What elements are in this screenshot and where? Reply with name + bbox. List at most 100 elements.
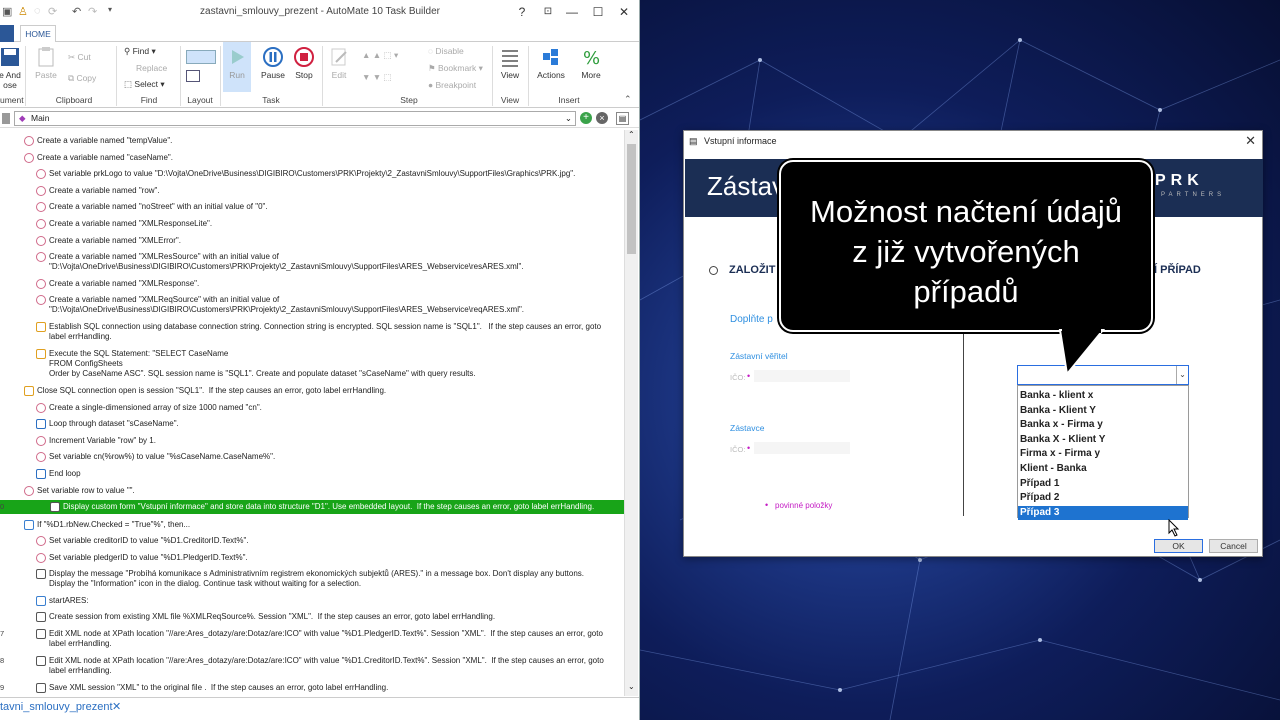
step-row[interactable]: Close SQL connection open is session "SQ… <box>0 384 624 398</box>
step-row[interactable]: startARES: <box>0 594 624 608</box>
breakpoint-label: Breakpoint <box>435 80 477 90</box>
step-row[interactable]: Create a variable named "row". <box>0 184 624 198</box>
pledger-ico-input[interactable] <box>754 442 850 454</box>
step-row[interactable]: Create a variable named "XMLResSource" w… <box>0 250 624 274</box>
edit-button[interactable]: Edit <box>326 46 352 80</box>
run-button[interactable]: Run <box>223 42 251 92</box>
cut-button[interactable]: ✂ Cut <box>68 52 91 63</box>
step-row[interactable]: Establish SQL connection using database … <box>0 320 624 344</box>
case-option[interactable]: Banka - klient x <box>1018 389 1188 403</box>
title-bar: ▣ ♙ ◌ ⟳ ↶ ↷ ▾ zastavni_smlouvy_prezent -… <box>0 0 639 24</box>
step-action-icon <box>24 136 34 146</box>
move-down-icon[interactable]: ▼ ▼ ⬚ <box>362 72 392 83</box>
step-row[interactable]: Create a variable named "XMLReqSource" w… <box>0 293 624 317</box>
disable-button[interactable]: ◌ Disable <box>428 46 464 56</box>
bookmark-button[interactable]: ⚑ Bookmark ▾ <box>428 63 483 74</box>
minimize-button[interactable]: — <box>560 3 584 21</box>
layout-panel-icon[interactable] <box>186 70 200 82</box>
step-row[interactable]: Create a variable named "noStreet" with … <box>0 200 624 214</box>
step-row[interactable]: Set variable creditorID to value "%D1.Cr… <box>0 534 624 548</box>
svg-text:%: % <box>583 48 600 68</box>
step-row[interactable]: 7 Edit XML node at XPath location "//are:… <box>0 627 624 651</box>
scroll-up-icon[interactable]: ⌃ <box>628 130 635 139</box>
step-row[interactable]: Display the message "Probíhá komunikace … <box>0 567 624 591</box>
step-row[interactable]: Set variable pledgerID to value "%D1.Ple… <box>0 551 624 565</box>
help-button[interactable]: ? <box>510 3 534 21</box>
case-option[interactable]: Banka X - Klient Y <box>1018 433 1188 447</box>
save-and-close-button[interactable]: e And ose <box>0 46 22 90</box>
prk-logo-subtitle: PARTNERS <box>1161 192 1226 198</box>
step-row[interactable]: Set variable cn(%row%) to value "%sCaseN… <box>0 450 624 464</box>
scroll-down-icon[interactable]: ⌄ <box>628 682 635 691</box>
remove-task-icon[interactable]: × <box>596 112 608 124</box>
cancel-button[interactable]: Cancel <box>1209 539 1258 553</box>
vertical-scrollbar[interactable]: ⌃ ⌄ <box>624 130 638 696</box>
chevron-down-icon[interactable]: ⌄ <box>1176 366 1188 384</box>
find-button[interactable]: ⚲ Find ▾ <box>124 46 156 57</box>
view-button[interactable]: View <box>496 46 524 80</box>
tab-home[interactable]: HOME <box>20 25 56 43</box>
creditor-ico-input[interactable] <box>754 370 850 382</box>
step-text: Edit XML node at XPath location "//are:A… <box>49 656 604 675</box>
actions-button[interactable]: Actions <box>533 46 569 80</box>
step-row[interactable]: 9 Save XML session "XML" to the original … <box>0 681 624 695</box>
case-option[interactable]: Případ 3 <box>1018 505 1188 520</box>
pause-button[interactable]: Pause <box>258 46 288 80</box>
step-row[interactable]: End loop <box>0 467 624 481</box>
document-tab[interactable]: tavni_smlouvy_prezent <box>0 701 113 713</box>
step-row[interactable]: 8 Edit XML node at XPath location "//are:… <box>0 654 624 678</box>
step-row[interactable]: Loop through dataset "sCaseName". <box>0 417 624 431</box>
step-row[interactable]: Increment Variable "row" by 1. <box>0 434 624 448</box>
select-button[interactable]: ⬚ Select ▾ <box>124 79 165 90</box>
case-option[interactable]: Případ 2 <box>1018 491 1188 505</box>
case-option[interactable]: Klient - Banka <box>1018 462 1188 476</box>
step-row[interactable]: Create a variable named "XMLResponse". <box>0 277 624 291</box>
case-option[interactable]: Banka x - Firma y <box>1018 418 1188 432</box>
task-selector[interactable]: ◆ Main ⌄ <box>14 111 576 126</box>
replace-button[interactable]: Replace <box>136 63 167 73</box>
step-row[interactable]: Create a single-dimensioned array of siz… <box>0 401 624 415</box>
step-row[interactable]: 0 Display custom form "Vstupní informace"… <box>0 500 624 514</box>
collapse-ribbon-icon[interactable]: ⌃ <box>624 94 632 105</box>
step-row[interactable]: Create a variable named "XMLResponseLite… <box>0 217 624 231</box>
step-row[interactable]: Create a variable named "caseName". <box>0 151 624 165</box>
case-option[interactable]: Případ 1 <box>1018 477 1188 491</box>
move-up-icon[interactable]: ▲ ▲ ⬚ ▾ <box>362 50 398 61</box>
case-option[interactable]: Banka - Klient Y <box>1018 404 1188 418</box>
ok-button[interactable]: OK <box>1154 539 1203 553</box>
add-task-icon[interactable]: + <box>580 112 592 124</box>
edit-icon <box>331 48 347 66</box>
case-option[interactable]: Firma x - Firma y <box>1018 447 1188 461</box>
radio-new-case[interactable] <box>709 266 718 275</box>
group-find-label: Find <box>140 95 158 105</box>
dialog-close-button[interactable]: ✕ <box>1245 131 1256 151</box>
step-row[interactable]: Create a variable named "tempValue". <box>0 134 624 148</box>
stop-button[interactable]: Stop <box>290 46 318 80</box>
close-tab-icon[interactable]: ✕ <box>112 700 121 713</box>
file-tab[interactable] <box>0 25 14 42</box>
more-button[interactable]: % More <box>576 46 606 80</box>
step-row[interactable]: Create session from existing XML file %X… <box>0 610 624 624</box>
step-row[interactable]: If "%D1.rbNew.Checked = "True"%", then..… <box>0 518 624 532</box>
paste-label: Paste <box>35 70 57 80</box>
close-button[interactable]: ✕ <box>612 3 636 21</box>
maximize-button[interactable]: ☐ <box>586 3 610 21</box>
step-row[interactable]: Create a variable named "XMLError". <box>0 234 624 248</box>
ico-label: IČO: <box>730 373 746 382</box>
properties-icon[interactable]: ▤ <box>616 112 629 125</box>
step-text: Create a variable named "XMLReqSource" w… <box>49 295 525 314</box>
case-dropdown-list: Banka - klient x Banka - Klient Y Banka x … <box>1017 385 1189 520</box>
dialog-title-bar: ▤ Vstupní informace ✕ <box>684 131 1262 151</box>
scroll-thumb[interactable] <box>627 144 636 254</box>
step-text: Set variable pledgerID to value "%D1.Ple… <box>49 553 248 562</box>
step-row[interactable]: Execute the SQL Statement: "SELECT CaseN… <box>0 347 624 381</box>
ribbon-display-icon[interactable]: ⊡ <box>536 3 560 21</box>
step-row[interactable]: Set variable prkLogo to value "D:\Vojta\… <box>0 167 624 181</box>
step-text: Create a variable named "noStreet" with … <box>49 202 268 211</box>
breakpoint-button[interactable]: ● Breakpoint <box>428 80 476 90</box>
step-text: Set variable prkLogo to value "D:\Vojta\… <box>49 169 576 178</box>
paste-button[interactable]: Paste <box>32 46 60 80</box>
layout-list-icon[interactable] <box>186 50 216 64</box>
step-row[interactable]: Set variable row to value "". <box>0 484 624 498</box>
copy-button[interactable]: ⧉ Copy <box>68 73 96 84</box>
